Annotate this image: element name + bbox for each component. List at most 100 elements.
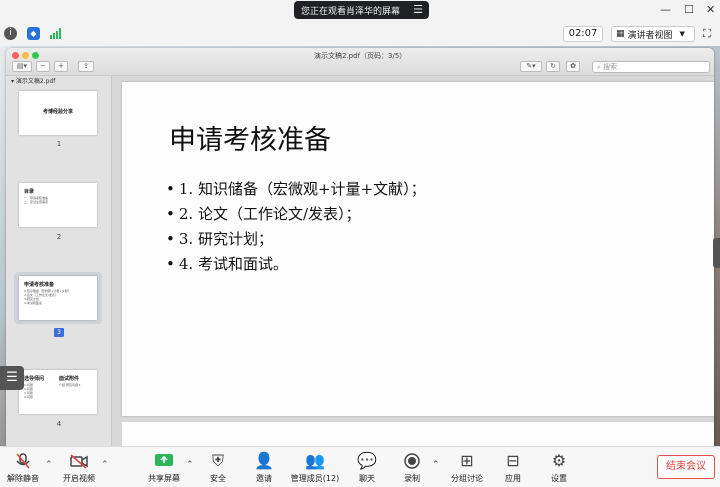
settings-button[interactable]: ⚙ 设置 — [544, 452, 574, 484]
gear-icon: ⚙ — [551, 451, 567, 470]
next-slide-page — [122, 422, 714, 446]
shield-icon: ⛨ — [211, 451, 224, 470]
mic-muted-icon — [16, 453, 30, 469]
add-user-icon: 👤 — [254, 451, 274, 470]
search-placeholder: 搜索 — [603, 63, 618, 71]
participants-label: 管理成员(12) — [290, 474, 340, 483]
slide-bullet: • 4. 考试和面试。 — [166, 255, 288, 273]
thumb-number: 4 — [56, 420, 62, 428]
fullscreen-icon[interactable]: ⛶ — [703, 27, 711, 41]
share-screen-button[interactable]: 共享屏幕 — [144, 452, 184, 484]
start-video-label: 开启视频 — [63, 474, 95, 483]
chat-label: 聊天 — [359, 474, 375, 483]
sidebar-toggle-icon[interactable]: ▤▾ — [12, 61, 32, 72]
banner-text: 您正在观看肖泽华的屏幕 — [301, 6, 401, 17]
page-thumbnail-4[interactable]: 选导师问 1.问题 2.问题 3.问题 4.问题 面试附件 介绍 研究问题 1 — [19, 370, 97, 414]
thumb-title: 考博经验分享 — [42, 109, 73, 115]
document-title: 演示文稿2.pdf（页码：3/5） — [314, 52, 407, 60]
start-video-button[interactable]: 开启视频 — [59, 452, 99, 484]
shared-screen: 演示文稿2.pdf（页码：3/5） ▤▾ − + ⇪ ✎▾ ↻ ✿ ⌕ 搜索 ▾… — [0, 46, 720, 446]
thumbnail-sidebar: ▾ 演示文稿2.pdf 考博经验分享 1 目录 一、申请考核准备 二、复试注意事… — [6, 76, 112, 446]
share-screen-icon — [155, 454, 173, 466]
chat-button[interactable]: 💬 聊天 — [352, 452, 382, 484]
record-button[interactable]: 录制 — [397, 452, 427, 484]
settings-label: 设置 — [551, 474, 567, 483]
thumb-number: 2 — [56, 233, 62, 241]
page-thumbnail-1[interactable]: 考博经验分享 — [19, 91, 97, 135]
meeting-timer: 02:07 — [563, 26, 603, 42]
chevron-down-icon: ▼ — [679, 30, 685, 38]
participants-button[interactable]: 👥 管理成员(12) — [289, 452, 341, 484]
selected-thumb-number: 3 — [54, 328, 64, 337]
right-panel-handle[interactable] — [713, 238, 720, 268]
slide-page: 申请考核准备 • 1. 知识储备（宏微观+计量+文献）； • 2. 论文（工作论文/… — [122, 82, 714, 416]
zoom-dot-icon[interactable] — [32, 52, 39, 59]
slide-bullet: • 3. 研究计划； — [166, 230, 273, 248]
rotate-icon[interactable]: ↻ — [546, 61, 560, 72]
pdf-search-input[interactable]: ⌕ 搜索 — [592, 61, 710, 73]
menu-icon[interactable]: ☰ — [413, 3, 423, 16]
video-off-icon — [70, 454, 88, 469]
apps-icon: ⊟ — [506, 451, 520, 470]
zoom-in-icon[interactable]: + — [54, 61, 68, 72]
apps-button[interactable]: ⊟ 应用 — [498, 452, 528, 484]
speaker-view-label: 演讲者视图 — [627, 30, 673, 41]
thumb-right-title: 面试附件 — [59, 376, 80, 382]
record-label: 录制 — [404, 474, 420, 483]
pdf-viewer-window: 演示文稿2.pdf（页码：3/5） ▤▾ − + ⇪ ✎▾ ↻ ✿ ⌕ 搜索 ▾… — [6, 48, 714, 446]
close-dot-icon[interactable] — [12, 52, 19, 59]
share-screen-label: 共享屏幕 — [148, 474, 180, 483]
close-icon[interactable]: ✕ — [706, 3, 715, 16]
breakout-rooms-button[interactable]: ⊞ 分组讨论 — [447, 452, 487, 484]
meeting-toolbar: 解除静音 ⌃ 开启视频 ⌃ 共享屏幕 ⌃ ⛨ 安全 👤 邀请 👥 管理成员(12… — [0, 446, 720, 487]
pdf-titlebar: 演示文稿2.pdf（页码：3/5） ▤▾ − + ⇪ ✎▾ ↻ ✿ ⌕ 搜索 — [6, 48, 714, 76]
slide-bullet: • 1. 知识储备（宏微观+计量+文献）； — [166, 180, 426, 198]
security-button[interactable]: ⛨ 安全 — [203, 452, 233, 484]
chevron-up-icon[interactable]: ⌃ — [45, 460, 53, 470]
speaker-view-button[interactable]: ▦ 演讲者视图 ▼ — [611, 26, 695, 42]
thumb-line: 4.考试和面试 — [24, 301, 42, 305]
thumb-title: 申请考核准备 — [24, 282, 55, 288]
unmute-button[interactable]: 解除静音 — [4, 452, 42, 484]
breakout-rooms-label: 分组讨论 — [451, 474, 483, 483]
info-icon[interactable]: i — [4, 27, 17, 40]
grid-icon: ▦ — [616, 29, 625, 39]
breakout-rooms-icon: ⊞ — [460, 451, 474, 470]
annotate-icon[interactable]: ✿ — [566, 61, 580, 72]
thumb-line: 4.问题 — [24, 395, 33, 399]
page-view-area[interactable]: 申请考核准备 • 1. 知识储备（宏微观+计量+文献）； • 2. 论文（工作论文/… — [112, 76, 714, 446]
maximize-icon[interactable]: ☐ — [684, 3, 694, 16]
sidebar-doc-title: ▾ 演示文稿2.pdf — [11, 78, 56, 85]
slide-title: 申请考核准备 — [169, 125, 331, 156]
chevron-up-icon[interactable]: ⌃ — [186, 460, 194, 470]
minimize-dot-icon[interactable] — [22, 52, 29, 59]
thumb-number: 1 — [56, 140, 62, 148]
invite-button[interactable]: 👤 邀请 — [249, 452, 279, 484]
unmute-label: 解除静音 — [7, 474, 39, 483]
page-thumbnail-2[interactable]: 目录 一、申请考核准备 二、复试注意事项 — [19, 183, 97, 227]
side-panel-handle[interactable]: ☰ — [0, 366, 24, 390]
chevron-up-icon[interactable]: ⌃ — [432, 460, 440, 470]
thumb-line: 二、复试注意事项 — [24, 200, 49, 204]
apps-label: 应用 — [505, 474, 521, 483]
status-row: i ◆ 02:07 ▦ 演讲者视图 ▼ ⛶ — [0, 22, 720, 46]
shield-icon[interactable]: ◆ — [27, 27, 40, 40]
page-thumbnail-3[interactable]: 申请考核准备 1.知识储备（宏微观+计量+文献） 2.论文（工作论文/发表） 3… — [19, 276, 97, 320]
invite-label: 邀请 — [256, 474, 272, 483]
thumb-right-line: 介绍 研究问题 1 — [59, 383, 81, 387]
end-meeting-button[interactable]: 结束会议 — [657, 455, 715, 479]
slide-bullet: • 2. 论文（工作论文/发表）； — [166, 205, 361, 223]
sidebar-doc-name: 演示文稿2.pdf — [15, 78, 56, 85]
top-bar: 您正在观看肖泽华的屏幕 ☰ — ☐ ✕ — [0, 0, 720, 22]
minimize-icon[interactable]: — — [660, 3, 671, 16]
record-icon — [404, 453, 420, 469]
thumb-title: 目录 — [24, 189, 35, 195]
chevron-up-icon[interactable]: ⌃ — [101, 460, 109, 470]
markup-pen-icon[interactable]: ✎▾ — [520, 61, 542, 72]
zoom-out-icon[interactable]: − — [36, 61, 50, 72]
thumb-title: 选导师问 — [24, 376, 45, 382]
signal-icon[interactable] — [50, 28, 62, 39]
share-icon[interactable]: ⇪ — [78, 61, 94, 72]
participants-icon: 👥 — [305, 451, 325, 470]
screen-share-banner[interactable]: 您正在观看肖泽华的屏幕 ☰ — [294, 1, 429, 19]
